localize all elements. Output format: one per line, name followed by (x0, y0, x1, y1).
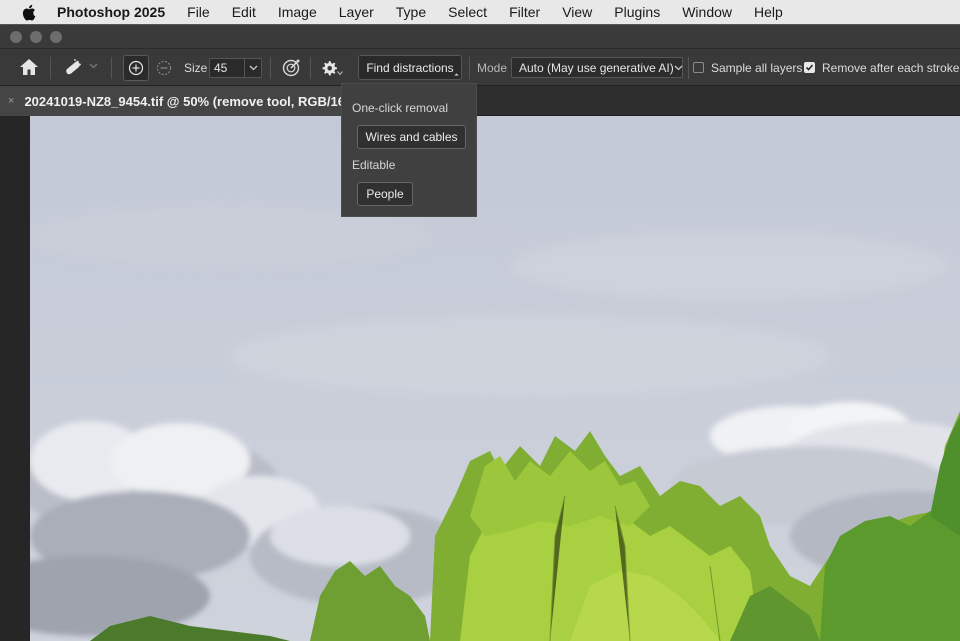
subtract-mode-icon[interactable] (155, 59, 173, 77)
zoom-window-button[interactable] (50, 31, 62, 43)
people-label: People (366, 187, 404, 201)
remove-after-stroke-checkbox[interactable] (804, 62, 815, 73)
photo-image (30, 116, 960, 641)
tool-options-bar: Size 45 Find distractions Mode Auto (May… (0, 48, 960, 86)
mode-chevron-icon (674, 65, 683, 71)
menu-bar: Photoshop 2025 File Edit Image Layer Typ… (0, 0, 960, 24)
wires-and-cables-label: Wires and cables (365, 130, 458, 144)
settings-gear-icon[interactable] (320, 59, 338, 77)
add-mode-icon[interactable] (123, 55, 149, 81)
wires-and-cables-button[interactable]: Wires and cables (357, 125, 466, 149)
checkmark-icon (805, 64, 814, 71)
menu-filter[interactable]: Filter (509, 4, 540, 20)
home-icon[interactable] (19, 58, 39, 76)
sample-all-layers-label[interactable]: Sample all layers (711, 61, 802, 75)
mode-select[interactable]: Auto (May use generative AI) (511, 57, 683, 78)
menu-plugins[interactable]: Plugins (614, 4, 660, 20)
document-tab-title: 20241019-NZ8_9454.tif @ 50% (remove tool… (24, 93, 345, 109)
mode-label: Mode (477, 61, 508, 75)
size-value[interactable]: 45 (210, 61, 244, 75)
close-tab-icon[interactable]: × (8, 95, 14, 107)
brush-angle-icon[interactable] (280, 57, 302, 79)
remove-tool-icon[interactable] (62, 58, 84, 78)
menu-view[interactable]: View (562, 4, 592, 20)
document-tab-bar: × 20241019-NZ8_9454.tif @ 50% (remove to… (0, 86, 960, 116)
window-titlebar (0, 24, 960, 48)
editable-header: Editable (352, 158, 396, 172)
minimize-window-button[interactable] (30, 31, 42, 43)
find-distractions-label: Find distractions (366, 60, 454, 75)
size-chevron-icon[interactable] (244, 59, 261, 77)
menu-layer[interactable]: Layer (339, 4, 374, 20)
settings-chevron-icon[interactable] (337, 71, 343, 76)
mode-value: Auto (May use generative AI) (519, 60, 674, 75)
close-window-button[interactable] (10, 31, 22, 43)
menu-image[interactable]: Image (278, 4, 317, 20)
remove-after-stroke-label[interactable]: Remove after each stroke (822, 61, 959, 75)
menu-file[interactable]: File (187, 4, 210, 20)
menu-window[interactable]: Window (682, 4, 732, 20)
document-tab[interactable]: × 20241019-NZ8_9454.tif @ 50% (remove to… (0, 86, 350, 116)
size-field[interactable]: 45 (209, 58, 262, 78)
find-distractions-dropdown: One-click removal Wires and cables Edita… (341, 83, 477, 217)
size-label: Size (184, 61, 208, 75)
dropdown-corner-icon (454, 73, 459, 78)
tool-preset-chevron-icon[interactable] (89, 63, 98, 69)
find-distractions-button[interactable]: Find distractions (358, 55, 462, 80)
app-name-menu[interactable]: Photoshop 2025 (57, 4, 165, 20)
sample-all-layers-checkbox[interactable] (693, 62, 704, 73)
canvas-pasteboard (0, 116, 30, 641)
menu-select[interactable]: Select (448, 4, 487, 20)
people-button[interactable]: People (357, 182, 413, 206)
one-click-removal-header: One-click removal (352, 101, 449, 115)
menu-type[interactable]: Type (396, 4, 426, 20)
menu-help[interactable]: Help (754, 4, 783, 20)
document-canvas[interactable] (30, 116, 960, 641)
apple-logo-icon[interactable] (21, 3, 39, 21)
menu-edit[interactable]: Edit (232, 4, 256, 20)
